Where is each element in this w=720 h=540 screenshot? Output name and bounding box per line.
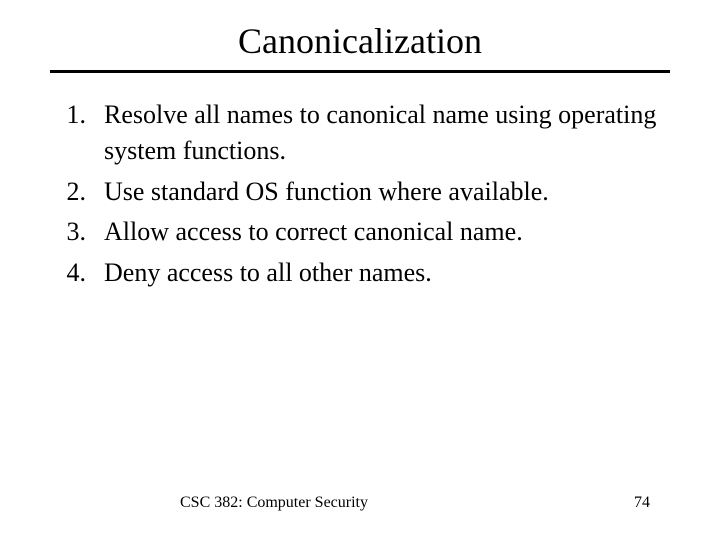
footer-page-number: 74: [634, 494, 650, 512]
slide: Canonicalization 1. Resolve all names to…: [0, 0, 720, 540]
title-underline: [50, 70, 670, 73]
list-text: Use standard OS function where available…: [104, 174, 670, 210]
list-item: 2. Use standard OS function where availa…: [60, 174, 670, 210]
list-text: Resolve all names to canonical name usin…: [104, 97, 670, 170]
list-number: 2.: [60, 174, 104, 210]
list-item: 3. Allow access to correct canonical nam…: [60, 214, 670, 250]
list-text: Deny access to all other names.: [104, 255, 670, 291]
slide-title: Canonicalization: [50, 20, 670, 62]
list-number: 3.: [60, 214, 104, 250]
footer: CSC 382: Computer Security 74: [0, 494, 720, 512]
numbered-list: 1. Resolve all names to canonical name u…: [50, 97, 670, 291]
list-item: 1. Resolve all names to canonical name u…: [60, 97, 670, 170]
footer-course: CSC 382: Computer Security: [180, 494, 368, 512]
list-number: 1.: [60, 97, 104, 170]
list-item: 4. Deny access to all other names.: [60, 255, 670, 291]
list-text: Allow access to correct canonical name.: [104, 214, 670, 250]
list-number: 4.: [60, 255, 104, 291]
